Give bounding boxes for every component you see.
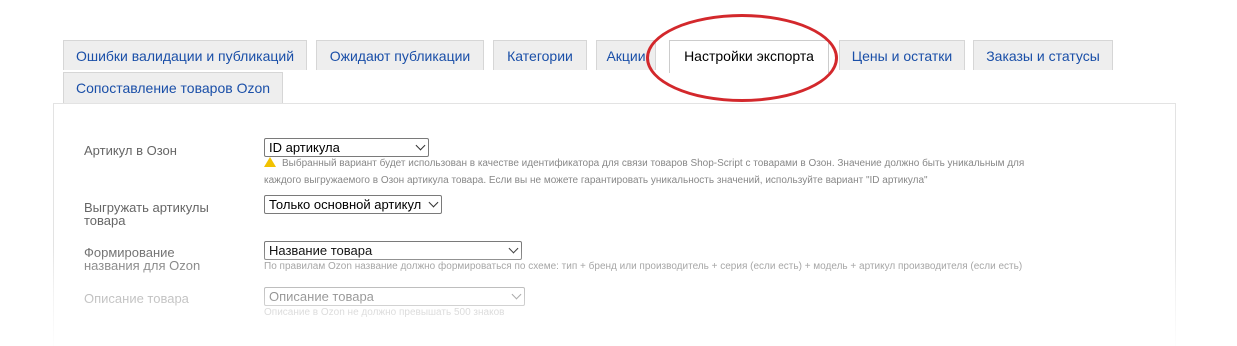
- tab-awaiting-publication[interactable]: Ожидают публикации: [316, 40, 484, 70]
- tab-validation-errors[interactable]: Ошибки валидации и публикаций: [63, 40, 307, 70]
- chevron-down-icon: [508, 243, 519, 254]
- name-format-select[interactable]: Название товара: [264, 241, 522, 260]
- tab-product-matching-ozon[interactable]: Сопоставление товаров Ozon: [63, 72, 283, 103]
- export-articles-select-value: Только основной артикул: [269, 197, 422, 212]
- article-hint-line1: Выбранный вариант будет использован в ка…: [264, 156, 1024, 172]
- export-articles-select[interactable]: Только основной артикул: [264, 195, 442, 214]
- name-format-hint: По правилам Ozon название должно формиро…: [264, 261, 1023, 272]
- chevron-down-icon: [415, 140, 426, 151]
- export-articles-label: Выгружать артикулы товара: [84, 200, 209, 228]
- article-select-value: ID артикула: [269, 140, 340, 155]
- description-select-value: Описание товара: [269, 289, 374, 304]
- tab-export-settings[interactable]: Настройки экспорта: [669, 40, 829, 73]
- tab-promotions[interactable]: Акции: [596, 40, 656, 70]
- article-select[interactable]: ID артикула: [264, 138, 429, 157]
- chevron-down-icon: [428, 197, 439, 208]
- tab-prices-stocks[interactable]: Цены и остатки: [839, 40, 965, 70]
- tab-orders-statuses[interactable]: Заказы и статусы: [973, 40, 1113, 70]
- warning-icon: [264, 157, 276, 167]
- article-label: Артикул в Озон: [84, 143, 177, 158]
- article-hint-line2: каждого выгружаемого в Озон артикула тов…: [264, 175, 928, 186]
- description-label: Описание товара: [84, 291, 189, 306]
- name-format-select-value: Название товара: [269, 243, 373, 258]
- description-hint: Описание в Ozon не должно превышать 500 …: [264, 307, 505, 318]
- tab-categories[interactable]: Категории: [493, 40, 587, 70]
- name-format-label: Формирование названия для Ozon: [84, 245, 201, 273]
- chevron-down-icon: [511, 289, 522, 300]
- description-select[interactable]: Описание товара: [264, 287, 525, 306]
